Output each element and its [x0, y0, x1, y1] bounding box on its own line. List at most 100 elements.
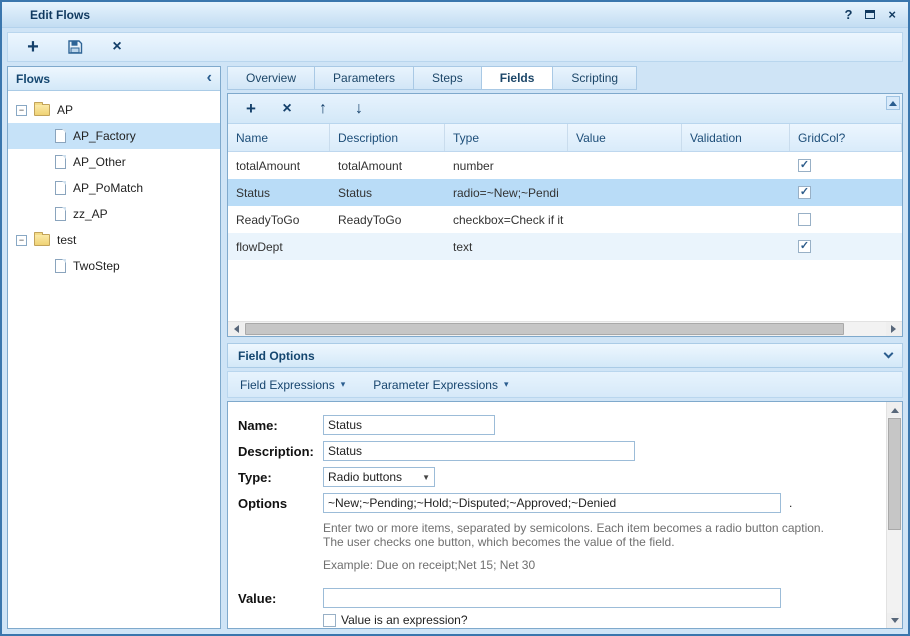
tree-item-ap-pomatch[interactable]: AP_PoMatch [8, 175, 220, 201]
fields-table-header: Name Description Type Value Validation G… [228, 124, 902, 152]
cell-type: number [445, 152, 568, 179]
tab-steps[interactable]: Steps [414, 66, 482, 90]
column-header-description[interactable]: Description [330, 124, 445, 151]
tree-item-zz-ap[interactable]: zz_AP [8, 201, 220, 227]
triangle-down-icon [891, 618, 899, 627]
cell-value [568, 206, 682, 233]
help-button[interactable]: ? [844, 8, 852, 21]
tab-fields[interactable]: Fields [482, 66, 554, 90]
select-arrow-icon: ▼ [422, 473, 430, 482]
tab-overview[interactable]: Overview [227, 66, 315, 90]
column-header-type[interactable]: Type [445, 124, 568, 151]
column-header-name[interactable]: Name [228, 124, 330, 151]
value-row: Value: [238, 585, 876, 611]
cell-value [568, 233, 682, 260]
scroll-down-button[interactable] [887, 613, 902, 628]
folder-icon [34, 234, 50, 246]
titlebar: Edit Flows ? × [2, 2, 908, 28]
document-icon [55, 181, 66, 195]
tree-item-ap-other[interactable]: AP_Other [8, 149, 220, 175]
gridcol-checkbox[interactable]: ✓ [798, 159, 811, 172]
gridcol-checkbox[interactable]: ✓ [798, 240, 811, 253]
cell-name: flowDept [228, 233, 330, 260]
horizontal-scrollbar [228, 321, 902, 336]
tree-label: AP_Factory [73, 129, 136, 143]
expressions-menubar: Field Expressions ▾ Parameter Expression… [227, 371, 903, 398]
value-expression-checkbox[interactable] [323, 614, 336, 627]
parameter-expressions-menu[interactable]: Parameter Expressions ▾ [373, 378, 508, 392]
delete-flow-button[interactable]: × [104, 35, 130, 59]
cell-description: totalAmount [330, 152, 445, 179]
window-title: Edit Flows [30, 8, 844, 22]
add-flow-button[interactable]: + [20, 35, 46, 59]
move-field-down-button[interactable]: ↓ [346, 97, 372, 121]
flow-detail-panel: Overview Parameters Steps Fields Scripti… [227, 66, 903, 629]
flows-panel: Flows ‹ − AP AP_Factory AP_Other [7, 66, 221, 629]
edit-flows-window: Edit Flows ? × + × Flows ‹ [0, 0, 910, 636]
remove-field-button[interactable]: × [274, 97, 300, 121]
table-empty-area [228, 260, 902, 321]
field-options-title: Field Options [238, 349, 885, 363]
restore-button[interactable] [865, 8, 875, 21]
add-field-button[interactable]: + [238, 97, 264, 121]
menu-label: Field Expressions [240, 378, 335, 392]
close-button[interactable]: × [888, 8, 896, 21]
type-select[interactable]: Radio buttons ▼ [323, 467, 435, 487]
scroll-left-button[interactable] [228, 322, 244, 336]
vertical-scroll-thumb[interactable] [888, 418, 901, 530]
flows-tree: − AP AP_Factory AP_Other AP_PoMatch [8, 91, 220, 279]
field-expressions-menu[interactable]: Field Expressions ▾ [240, 378, 345, 392]
document-icon [55, 155, 66, 169]
help-line-2: The user checks one button, which become… [323, 535, 876, 549]
collapse-panel-icon[interactable]: ‹ [207, 70, 212, 86]
expression-checkbox-label: Value is an expression? [341, 613, 468, 627]
cell-gridcol: ✓ [790, 152, 902, 179]
tab-parameters[interactable]: Parameters [315, 66, 414, 90]
horizontal-scroll-thumb[interactable] [245, 323, 844, 335]
gridcol-checkbox[interactable]: ✓ [798, 186, 811, 199]
cell-name: Status [228, 179, 330, 206]
tree-item-twostep[interactable]: TwoStep [8, 253, 220, 279]
column-header-gridcol[interactable]: GridCol? [790, 124, 902, 151]
triangle-up-icon [889, 97, 897, 106]
tab-scripting[interactable]: Scripting [553, 66, 637, 90]
restore-icon [865, 10, 875, 19]
tab-strip: Overview Parameters Steps Fields Scripti… [227, 66, 903, 90]
cell-type: text [445, 233, 568, 260]
check-icon: ✓ [800, 241, 809, 252]
cell-type: radio=~New;~Pendi [445, 179, 568, 206]
tree-folder-test[interactable]: − test [8, 227, 220, 253]
save-button[interactable] [62, 35, 88, 59]
field-options-header: Field Options [227, 343, 903, 368]
tree-label: zz_AP [73, 207, 108, 221]
move-field-up-button[interactable]: ↑ [310, 97, 336, 121]
value-input[interactable] [323, 588, 781, 608]
scroll-up-button[interactable] [886, 96, 900, 110]
tree-label: AP_PoMatch [73, 181, 143, 195]
tree-folder-ap[interactable]: − AP [8, 97, 220, 123]
cell-gridcol: ✓ [790, 233, 902, 260]
table-row[interactable]: totalAmount totalAmount number ✓ [228, 152, 902, 179]
column-header-value[interactable]: Value [568, 124, 682, 151]
description-input[interactable] [323, 441, 635, 461]
column-header-validation[interactable]: Validation [682, 124, 790, 151]
name-row: Name: [238, 412, 876, 438]
tree-label: AP [57, 103, 73, 117]
check-icon: ✓ [800, 160, 809, 171]
gridcol-checkbox[interactable] [798, 213, 811, 226]
tree-item-ap-factory[interactable]: AP_Factory [8, 123, 220, 149]
scroll-up-button[interactable] [887, 402, 902, 417]
collapse-node-icon[interactable]: − [16, 235, 27, 246]
table-row[interactable]: flowDept text ✓ [228, 233, 902, 260]
triangle-right-icon [891, 325, 900, 333]
scroll-right-button[interactable] [886, 322, 902, 336]
name-input[interactable] [323, 415, 495, 435]
name-label: Name: [238, 418, 323, 433]
table-row[interactable]: ReadyToGo ReadyToGo checkbox=Check if it [228, 206, 902, 233]
table-row[interactable]: Status Status radio=~New;~Pendi ✓ [228, 179, 902, 206]
fields-toolbar: + × ↑ ↓ [228, 94, 902, 124]
chevron-down-icon[interactable] [884, 349, 894, 359]
collapse-node-icon[interactable]: − [16, 105, 27, 116]
options-input[interactable] [323, 493, 781, 513]
main-toolbar: + × [7, 32, 903, 62]
